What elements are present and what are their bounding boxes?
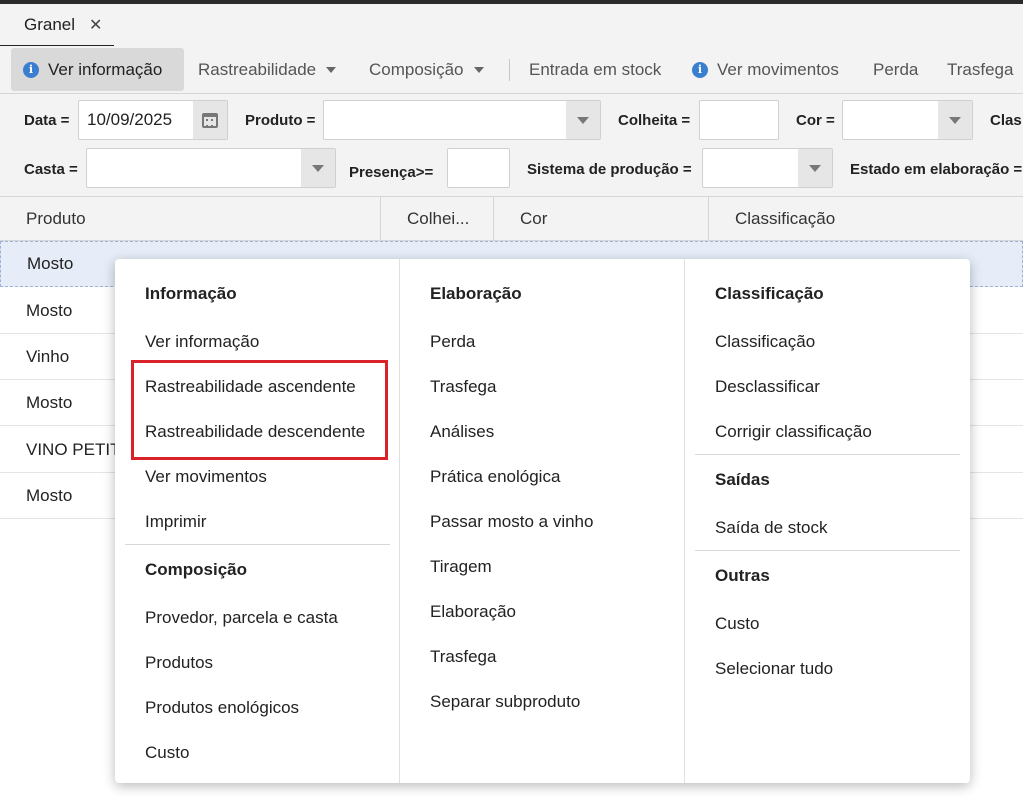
menu-item-custo-composicao[interactable]: Custo: [145, 743, 189, 763]
produto-select[interactable]: [323, 100, 601, 140]
info-icon: i: [692, 61, 708, 78]
menu-item-pratica-enologica[interactable]: Prática enológica: [430, 467, 560, 487]
tab-granel[interactable]: Granel ✕: [0, 4, 114, 47]
trasfega-label: Trasfega: [947, 59, 1014, 79]
estado-elaboracao-label: Estado em elaboração =: [850, 161, 1023, 178]
cell-produto: Mosto: [26, 392, 73, 412]
toolbar: i Ver informação Rastreabilidade Composi…: [0, 46, 1023, 94]
menu-item-trasfega[interactable]: Trasfega: [430, 377, 496, 397]
chevron-down-icon: [577, 116, 589, 124]
data-label: Data =: [24, 112, 70, 129]
menu-section-elaboracao: Elaboração: [430, 284, 522, 303]
menu-column-elaboracao: Elaboração Perda Trasfega Análises Práti…: [400, 259, 684, 783]
entrada-stock-label: Entrada em stock: [529, 59, 662, 79]
perda-button[interactable]: Perda: [873, 46, 918, 93]
toolbar-divider: [509, 59, 510, 81]
menu-section-saidas: Saídas: [715, 470, 770, 489]
rastreabilidade-dropdown[interactable]: Rastreabilidade: [198, 46, 337, 93]
ver-movimentos-label: Ver movimentos: [717, 59, 839, 79]
menu-item-custo[interactable]: Custo: [715, 614, 759, 634]
menu-divider: [695, 454, 960, 455]
menu-item-perda[interactable]: Perda: [430, 332, 475, 352]
calendar-button[interactable]: [193, 101, 227, 139]
menu-column-classificacao: Classificação Classificação Desclassific…: [685, 259, 970, 783]
highlight-annotation: [131, 360, 388, 460]
menu-item-tiragem[interactable]: Tiragem: [430, 557, 492, 577]
grid-header: Produto Colhei... Cor Classificação: [0, 197, 1023, 241]
chevron-down-icon: [949, 116, 961, 124]
produto-dropdown-button[interactable]: [566, 101, 600, 139]
menu-item-analises[interactable]: Análises: [430, 422, 494, 442]
menu-item-provedor-parcela-casta[interactable]: Provedor, parcela e casta: [145, 608, 338, 628]
menu-item-selecionar-tudo[interactable]: Selecionar tudo: [715, 659, 833, 679]
close-icon[interactable]: ✕: [89, 15, 102, 35]
sistema-producao-label: Sistema de produção =: [527, 161, 692, 178]
sistema-producao-select[interactable]: [702, 148, 833, 188]
ver-informacao-button[interactable]: i Ver informação: [11, 48, 184, 91]
casta-label: Casta =: [24, 161, 78, 178]
cor-dropdown-button[interactable]: [938, 101, 972, 139]
cor-select[interactable]: [842, 100, 973, 140]
column-header-classificacao[interactable]: Classificação: [709, 197, 1023, 240]
filter-panel: Data = 10/09/2025 Produto = Colheita = C…: [0, 94, 1023, 197]
classificacao-filter-label: Clas: [990, 112, 1022, 129]
menu-section-composicao: Composição: [145, 560, 248, 579]
menu-item-produtos-enologicos[interactable]: Produtos enológicos: [145, 698, 299, 718]
menu-item-elaboracao[interactable]: Elaboração: [430, 602, 516, 622]
presenca-label: Presença>=: [349, 164, 434, 181]
composicao-label: Composição: [369, 59, 464, 79]
cell-produto: Mosto: [27, 254, 74, 273]
menu-item-ver-informacao[interactable]: Ver informação: [145, 332, 259, 352]
chevron-down-icon: [809, 164, 821, 172]
cell-produto: Mosto: [26, 300, 73, 320]
chevron-down-icon: [473, 66, 484, 73]
info-icon: i: [23, 61, 39, 78]
sistema-dropdown-button[interactable]: [798, 149, 832, 187]
data-value: 10/09/2025: [87, 110, 173, 129]
menu-column-informacao: Informação Ver informação Rastreabilidad…: [115, 259, 399, 783]
menu-item-imprimir[interactable]: Imprimir: [145, 512, 206, 532]
composicao-dropdown[interactable]: Composição: [369, 46, 484, 93]
menu-item-separar-subproduto[interactable]: Separar subproduto: [430, 692, 580, 712]
ver-movimentos-button[interactable]: i Ver movimentos: [692, 46, 839, 93]
menu-item-produtos[interactable]: Produtos: [145, 653, 213, 673]
menu-item-saida-de-stock[interactable]: Saída de stock: [715, 518, 827, 538]
menu-item-passar-mosto-a-vinho[interactable]: Passar mosto a vinho: [430, 512, 593, 532]
cell-produto: Vinho: [26, 346, 70, 366]
context-menu: Informação Ver informação Rastreabilidad…: [115, 259, 970, 783]
produto-label: Produto =: [245, 112, 316, 129]
column-header-produto[interactable]: Produto: [0, 197, 380, 240]
cor-label: Cor =: [796, 112, 835, 129]
ver-informacao-label: Ver informação: [48, 59, 163, 79]
column-header-cor[interactable]: Cor: [494, 197, 708, 240]
menu-item-ver-movimentos[interactable]: Ver movimentos: [145, 467, 267, 487]
menu-item-desclassificar[interactable]: Desclassificar: [715, 377, 820, 397]
chevron-down-icon: [312, 164, 324, 172]
casta-select[interactable]: [86, 148, 336, 188]
colheita-field[interactable]: [699, 100, 779, 140]
menu-divider: [695, 550, 960, 551]
menu-section-classificacao: Classificação: [715, 284, 824, 303]
menu-item-classificacao[interactable]: Classificação: [715, 332, 815, 352]
cell-produto: Mosto: [26, 485, 73, 505]
menu-divider: [125, 544, 390, 545]
perda-label: Perda: [873, 59, 919, 79]
rastreabilidade-label: Rastreabilidade: [198, 59, 317, 79]
menu-item-trasfega-2[interactable]: Trasfega: [430, 647, 496, 667]
trasfega-button[interactable]: Trasfega: [947, 46, 1013, 93]
menu-section-outras: Outras: [715, 566, 770, 585]
presenca-field[interactable]: [447, 148, 510, 188]
calendar-icon: [202, 112, 218, 128]
menu-section-informacao: Informação: [145, 284, 237, 303]
tab-label: Granel: [24, 15, 76, 34]
cell-produto: VINO PETIT: [26, 439, 121, 459]
entrada-stock-button[interactable]: Entrada em stock: [529, 46, 661, 93]
data-field[interactable]: 10/09/2025: [78, 100, 228, 140]
menu-item-corrigir-classificacao[interactable]: Corrigir classificação: [715, 422, 872, 442]
tab-strip: Granel ✕: [0, 4, 1023, 47]
colheita-label: Colheita =: [618, 112, 691, 129]
chevron-down-icon: [326, 66, 337, 73]
casta-dropdown-button[interactable]: [301, 149, 335, 187]
column-header-colheita[interactable]: Colhei...: [381, 197, 493, 240]
